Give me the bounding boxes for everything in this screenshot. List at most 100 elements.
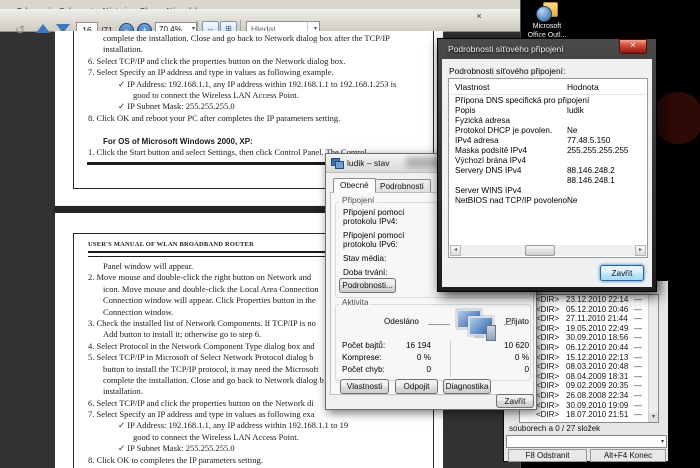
horizontal-scrollbar[interactable]: ◂ ▸	[450, 245, 646, 256]
pdf-text-line: 7. Select Specify an IP address and type…	[55, 67, 443, 78]
scroll-left-icon[interactable]: ◂	[450, 245, 461, 256]
file-row[interactable]: <DIR> 09.02.2009 20:35 —	[520, 381, 658, 391]
property-name: Protokol DHCP je povolen.	[455, 126, 552, 136]
activity-group-label: Aktivita	[339, 298, 371, 307]
pdf-text-line: good to connect the Wireless LAN Access …	[55, 90, 443, 101]
property-name: Servery DNS IPv4	[455, 166, 521, 176]
property-value: Ne	[567, 196, 577, 206]
property-name: Fyzická adresa	[455, 116, 510, 126]
file-date: 30.09.2010 18:56	[566, 333, 628, 343]
details-list: Vlastnost Hodnota Přípona DNS specifická…	[448, 78, 648, 258]
previous-view-icon[interactable]: ↺	[8, 21, 32, 38]
page-up-icon[interactable]	[36, 24, 50, 33]
details-row[interactable]: Maska podsítě IPv4 255.255.255.255	[449, 146, 647, 156]
details-row[interactable]: Přípona DNS specifická pro připojení	[449, 96, 647, 106]
exit-button[interactable]: Alt+F4 Konec	[590, 449, 666, 462]
property-value: 88.146.248.2	[567, 166, 615, 176]
file-row[interactable]: <DIR> 08.03.2010 20:48 —	[520, 362, 658, 372]
dialog-title: Podrobnosti síťového připojení	[448, 44, 564, 54]
dir-marker: <DIR>	[536, 324, 559, 334]
file-row[interactable]: <DIR> 30.09.2010 18:56 —	[520, 333, 658, 343]
command-combo[interactable]: ▾	[506, 435, 667, 448]
toolbar-close-icon[interactable]: ×	[474, 11, 484, 21]
pdf-text-line: 8. Click OK to completes the IP paramete…	[55, 455, 443, 466]
close-button[interactable]: Zavřít	[496, 394, 534, 408]
activity-row: Počet chyb: 0 0	[336, 365, 530, 377]
file-row[interactable]: <DIR> 26.08.2008 22:34 —	[520, 391, 658, 401]
details-row[interactable]: Servery DNS IPv4 88.146.248.2	[449, 166, 647, 176]
scroll-down-icon[interactable]: ▾	[649, 413, 658, 422]
connection-label: Doba trvání:	[343, 268, 404, 277]
property-name: NetBIOS nad TCP/IP povoleno	[455, 196, 567, 206]
dir-marker: <DIR>	[536, 362, 559, 372]
file-row[interactable]: <DIR> 15.12.2010 22:13 —	[520, 353, 658, 363]
details-row[interactable]: Fyzická adresa	[449, 116, 647, 126]
activity-sent-value: 0 %	[376, 353, 431, 362]
details-row[interactable]: Výchozí brána IPv4	[449, 156, 647, 166]
status-text: souborech a 0 / 27 složek	[509, 424, 600, 433]
tab-general[interactable]: Obecné	[333, 178, 376, 193]
disconnect-button[interactable]: Odpojit	[395, 379, 438, 394]
details-row[interactable]: 88.146.248.1	[449, 176, 647, 186]
property-value: 88.146.248.1	[567, 176, 615, 186]
file-attr: —	[634, 410, 642, 420]
divider	[428, 324, 450, 325]
toolbar: ↺ 16 /71 − + 70,4% ▾ ↔ ⊞ Hledat ▾ ×	[0, 9, 521, 32]
pdf-text-line: 8. Click OK and reboot your PC after com…	[55, 113, 443, 124]
file-rows: <DIR> 23.12.2010 22:14 — <DIR> 05.12.201…	[520, 295, 658, 420]
activity-received-value: 0 %	[474, 353, 529, 362]
activity-row: Komprese: 0 % 0 %	[336, 353, 530, 365]
divider	[504, 324, 512, 325]
file-row[interactable]: <DIR> 18.07.2010 21:51 —	[520, 410, 658, 420]
details-row[interactable]: Server WINS IPv4	[449, 186, 647, 196]
file-attr: —	[634, 314, 642, 324]
details-subtitle: Podrobnosti síťového připojení:	[449, 66, 565, 76]
dialog-title: ludik – stav	[347, 158, 390, 168]
properties-button[interactable]: Vlastnosti	[340, 379, 389, 394]
tab-details[interactable]: Podrobnosti	[373, 179, 431, 193]
activity-sent-value: 0	[376, 365, 431, 374]
activity-received-value: 10 620	[474, 341, 529, 350]
close-icon[interactable]: ×	[619, 39, 647, 54]
chevron-down-icon: ▾	[661, 438, 664, 445]
file-attr: —	[634, 343, 642, 353]
property-name: IPv4 adresa	[455, 136, 499, 146]
scroll-right-icon[interactable]: ▸	[635, 245, 646, 256]
dir-marker: <DIR>	[536, 305, 559, 315]
pdf-text-line: ✓ IP Subnet Mask: 255.255.255.0	[55, 101, 443, 112]
delete-button[interactable]: F8 Odstranit	[508, 449, 587, 462]
dir-marker: <DIR>	[536, 314, 559, 324]
close-button[interactable]: Zavřít	[600, 265, 644, 281]
scrollbar-thumb[interactable]	[525, 245, 555, 256]
details-row[interactable]: Protokol DHCP je povolen. Ne	[449, 126, 647, 136]
details-row[interactable]: Popis ludik	[449, 106, 647, 116]
network-computers-icon	[454, 308, 500, 342]
activity-rows: Počet bajtů: 16 194 10 620 Komprese: 0 %…	[336, 341, 530, 377]
pdf-text-line: 7. Select Specify an IP address and type…	[55, 409, 443, 420]
file-date: 19.05.2010 22:49	[566, 324, 628, 334]
file-row[interactable]: <DIR> 23.12.2010 22:14 —	[520, 295, 658, 305]
connection-label: Stav média:	[343, 254, 404, 263]
file-row[interactable]: <DIR> 06.12.2010 20:44 —	[520, 343, 658, 353]
file-date: 18.07.2010 21:51	[566, 410, 628, 420]
file-row[interactable]: <DIR> 27.11.2010 21:44 —	[520, 314, 658, 324]
property-name: Server WINS IPv4	[455, 186, 521, 196]
file-row[interactable]: <DIR> 05.12.2010 20:46 —	[520, 305, 658, 315]
details-button[interactable]: Podrobnosti...	[339, 278, 396, 293]
file-row[interactable]: <DIR> 08.04.2009 18:31 —	[520, 372, 658, 382]
file-attr: —	[634, 401, 642, 411]
sent-label: Odesláno	[359, 317, 419, 326]
property-name: Maska podsítě IPv4	[455, 146, 527, 156]
details-row[interactable]: IPv4 adresa 77.48.5.150	[449, 136, 647, 146]
property-column-header: Vlastnost	[455, 82, 489, 92]
diagnostics-button[interactable]: Diagnostika	[443, 379, 491, 394]
details-row[interactable]: NetBIOS nad TCP/IP povoleno Ne	[449, 196, 647, 206]
vertical-scrollbar[interactable]: ▾	[648, 295, 658, 422]
file-row[interactable]: <DIR> 19.05.2010 22:49 —	[520, 324, 658, 334]
file-attr: —	[634, 324, 642, 334]
file-attr: —	[634, 305, 642, 315]
dir-marker: <DIR>	[536, 333, 559, 343]
dir-marker: <DIR>	[536, 343, 559, 353]
file-row[interactable]: <DIR> 30.09.2010 19:09 —	[520, 401, 658, 411]
activity-row: Počet bajtů: 16 194 10 620	[336, 341, 530, 353]
